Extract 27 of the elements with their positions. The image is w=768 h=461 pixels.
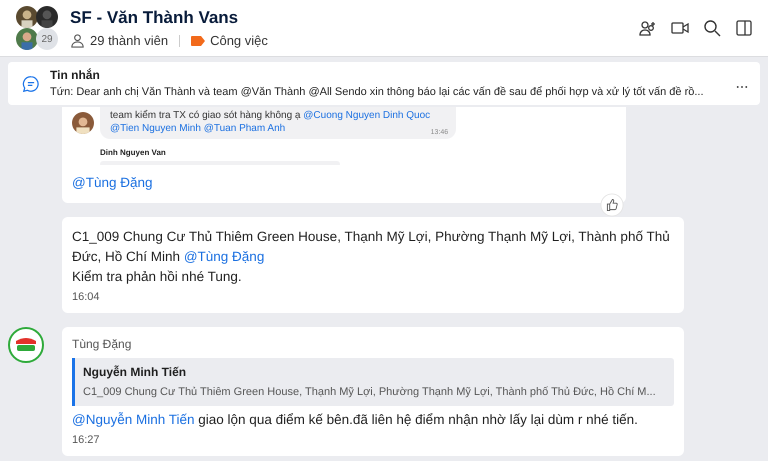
search-icon[interactable] [702,18,722,38]
message-text: @Tùng Đặng [72,174,154,192]
more-icon[interactable] [736,85,748,89]
quote-text: C1_009 Chung Cư Thủ Thiêm Green House, Thạnh Mỹ Lợi, Phường Thạnh Mỹ Lợi, Thành phố Thủ Đức, Hồ Chí M... [83,385,657,399]
pinned-label: Tin nhắn [50,68,100,82]
side-panel-icon[interactable] [734,18,754,38]
member-count-badge: 29 [36,28,58,50]
quote-author: Nguyễn Minh Tiến [83,365,188,379]
message-text: C1_009 Chung Cư Thủ Thiêm Green House, Thạnh Mỹ Lợi, Phường Thạnh Mỹ Lợi, Thành phố Thủ Đức, Hồ Chí Minh @Tùng Đặng Kiểm tra phản hồi nhé Tung. [72,228,671,286]
like-icon[interactable] [600,193,624,217]
quoted-sender: Dinh Nguyen Van [100,148,167,157]
message-text: @Nguyễn Minh Tiến giao lộn qua điểm kế bên.đã liên hệ điểm nhận nhờ lấy lại dùm r nhé tiến. [72,411,639,429]
quoted-text: @Tien Nguyen Minh @Tuan Pham Anh [110,122,286,135]
avatar [8,327,44,363]
pinned-text: Tứn: Dear anh chị Văn Thành và team @Văn Thành @All Sendo xin thông báo lại các vấn đề sau để phối hợp và xử lý tốt vấn đề rồ... [50,85,704,99]
person-icon [70,33,85,48]
member-count[interactable]: 29 thành viên [90,33,168,48]
reply-quote[interactable]: Nguyễn Minh Tiến C1_009 Chung Cư Thủ Thiêm Green House, Thạnh Mỹ Lợi, Phường Thạnh Mỹ Lợi, Thành phố Thủ Đức, Hồ Chí M... [72,358,674,406]
message-time: 16:04 [72,291,101,303]
quoted-text: team kiểm tra TX có giao sót hàng không ạ @Cuong Nguyen Dinh Quoc [110,109,430,122]
message-time: 16:27 [72,434,101,446]
sender-name: Tùng Đặng [72,337,132,351]
message-icon [22,74,40,92]
group-title: SF - Văn Thành Vans [70,8,240,28]
pinned-message[interactable]: Tin nhắn Tứn: Dear anh chị Văn Thành và team @Văn Thành @All Sendo xin thông báo lại các vấn đề sau để phối hợp và xử lý tốt vấn đề rồ... [8,62,760,105]
tag-icon [191,36,206,46]
group-tag[interactable]: Công việc [210,33,268,48]
